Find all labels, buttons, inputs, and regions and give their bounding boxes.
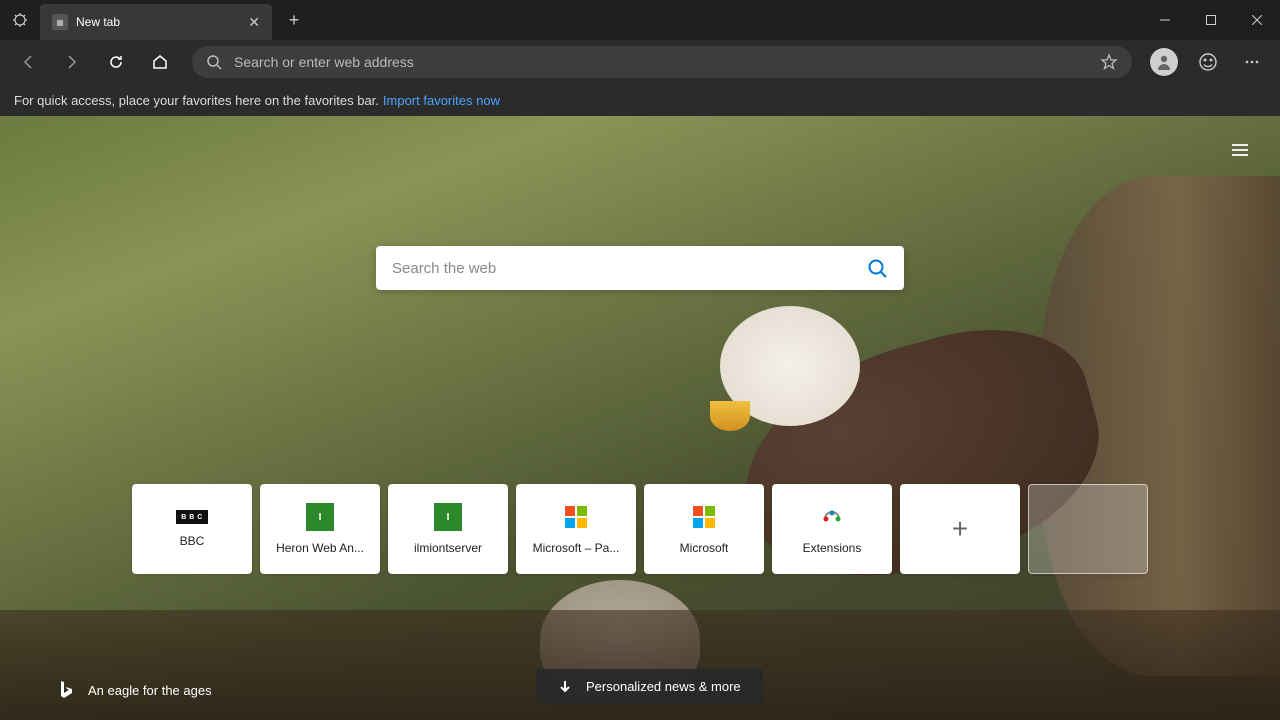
forward-button[interactable] <box>52 42 92 82</box>
bing-image-caption[interactable]: An eagle for the ages <box>58 680 212 700</box>
search-icon <box>206 54 222 70</box>
titlebar: ▦ New tab ✕ + <box>0 0 1280 40</box>
tile-icon <box>690 503 718 531</box>
add-quick-link-button[interactable]: + <box>900 484 1020 574</box>
tile-icon <box>818 503 846 531</box>
feedback-button[interactable] <box>1188 42 1228 82</box>
refresh-button[interactable] <box>96 42 136 82</box>
quick-link-tile[interactable]: Microsoft – Pa... <box>516 484 636 574</box>
tile-icon: B B C <box>176 510 208 524</box>
close-window-button[interactable] <box>1234 5 1280 35</box>
maximize-button[interactable] <box>1188 5 1234 35</box>
back-button[interactable] <box>8 42 48 82</box>
tab-title: New tab <box>76 15 240 29</box>
bing-icon <box>58 680 74 700</box>
favorites-bar: For quick access, place your favorites h… <box>0 84 1280 116</box>
profile-button[interactable] <box>1144 42 1184 82</box>
menu-button[interactable] <box>1232 42 1272 82</box>
plus-icon: + <box>946 515 974 543</box>
quick-link-tile[interactable]: B B C BBC <box>132 484 252 574</box>
tab-actions-button[interactable] <box>0 0 40 40</box>
quick-links: B B C BBC I Heron Web An... I ilmiontser… <box>132 484 1148 574</box>
tile-label: Microsoft <box>680 541 729 555</box>
page-settings-button[interactable] <box>1222 132 1258 168</box>
quick-link-tile[interactable]: I Heron Web An... <box>260 484 380 574</box>
tab-close-button[interactable]: ✕ <box>248 14 260 31</box>
web-search-box[interactable] <box>376 246 904 290</box>
tile-label: Microsoft – Pa... <box>533 541 620 555</box>
minimize-button[interactable] <box>1142 5 1188 35</box>
favorites-bar-text: For quick access, place your favorites h… <box>14 93 379 108</box>
tile-label: Heron Web An... <box>276 541 364 555</box>
tile-icon: I <box>306 503 334 531</box>
tile-label: BBC <box>180 534 205 548</box>
tile-label: Extensions <box>803 541 862 555</box>
news-button-label: Personalized news & more <box>586 679 741 694</box>
tile-label: ilmiontserver <box>414 541 482 555</box>
address-bar[interactable] <box>192 46 1132 78</box>
quick-link-placeholder <box>1028 484 1148 574</box>
tile-icon: I <box>434 503 462 531</box>
window-controls <box>1142 5 1280 35</box>
tab-favicon: ▦ <box>52 14 68 30</box>
import-favorites-link[interactable]: Import favorites now <box>383 93 500 108</box>
personalized-news-button[interactable]: Personalized news & more <box>536 669 763 704</box>
toolbar <box>0 40 1280 84</box>
browser-tab[interactable]: ▦ New tab ✕ <box>40 4 272 40</box>
new-tab-button[interactable]: + <box>278 4 310 36</box>
avatar-icon <box>1150 48 1178 76</box>
quick-link-tile[interactable]: Extensions <box>772 484 892 574</box>
new-tab-page: B B C BBC I Heron Web An... I ilmiontser… <box>0 116 1280 720</box>
background-eagle <box>680 306 1100 626</box>
quick-link-tile[interactable]: I ilmiontserver <box>388 484 508 574</box>
favorite-star-icon[interactable] <box>1100 53 1118 71</box>
web-search-input[interactable] <box>392 260 866 277</box>
tile-icon <box>562 503 590 531</box>
quick-link-tile[interactable]: Microsoft <box>644 484 764 574</box>
address-input[interactable] <box>234 54 1088 70</box>
caption-text: An eagle for the ages <box>88 683 212 698</box>
web-search-button[interactable] <box>866 257 888 279</box>
home-button[interactable] <box>140 42 180 82</box>
arrow-down-icon <box>558 680 572 694</box>
